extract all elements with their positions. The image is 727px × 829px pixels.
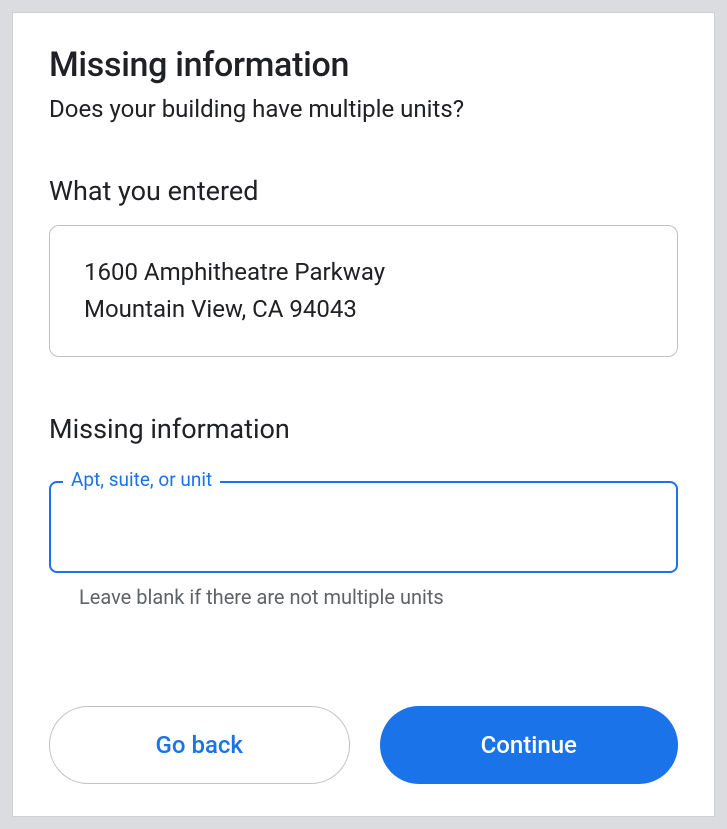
address-line-1: 1600 Amphitheatre Parkway: [84, 254, 643, 291]
go-back-button[interactable]: Go back: [49, 706, 350, 784]
entered-heading: What you entered: [49, 175, 678, 207]
dialog-subtitle: Does your building have multiple units?: [49, 95, 678, 123]
missing-heading: Missing information: [49, 413, 678, 445]
unit-field-wrapper: Apt, suite, or unit: [49, 481, 678, 573]
address-line-2: Mountain View, CA 94043: [84, 291, 643, 328]
entered-address-box: 1600 Amphitheatre Parkway Mountain View,…: [49, 225, 678, 357]
button-row: Go back Continue: [49, 706, 678, 784]
unit-input[interactable]: [49, 481, 678, 573]
unit-field-label: Apt, suite, or unit: [63, 468, 220, 491]
continue-button[interactable]: Continue: [380, 706, 679, 784]
missing-info-dialog: Missing information Does your building h…: [12, 12, 715, 817]
unit-helper-text: Leave blank if there are not multiple un…: [79, 585, 678, 609]
dialog-title: Missing information: [49, 45, 678, 85]
